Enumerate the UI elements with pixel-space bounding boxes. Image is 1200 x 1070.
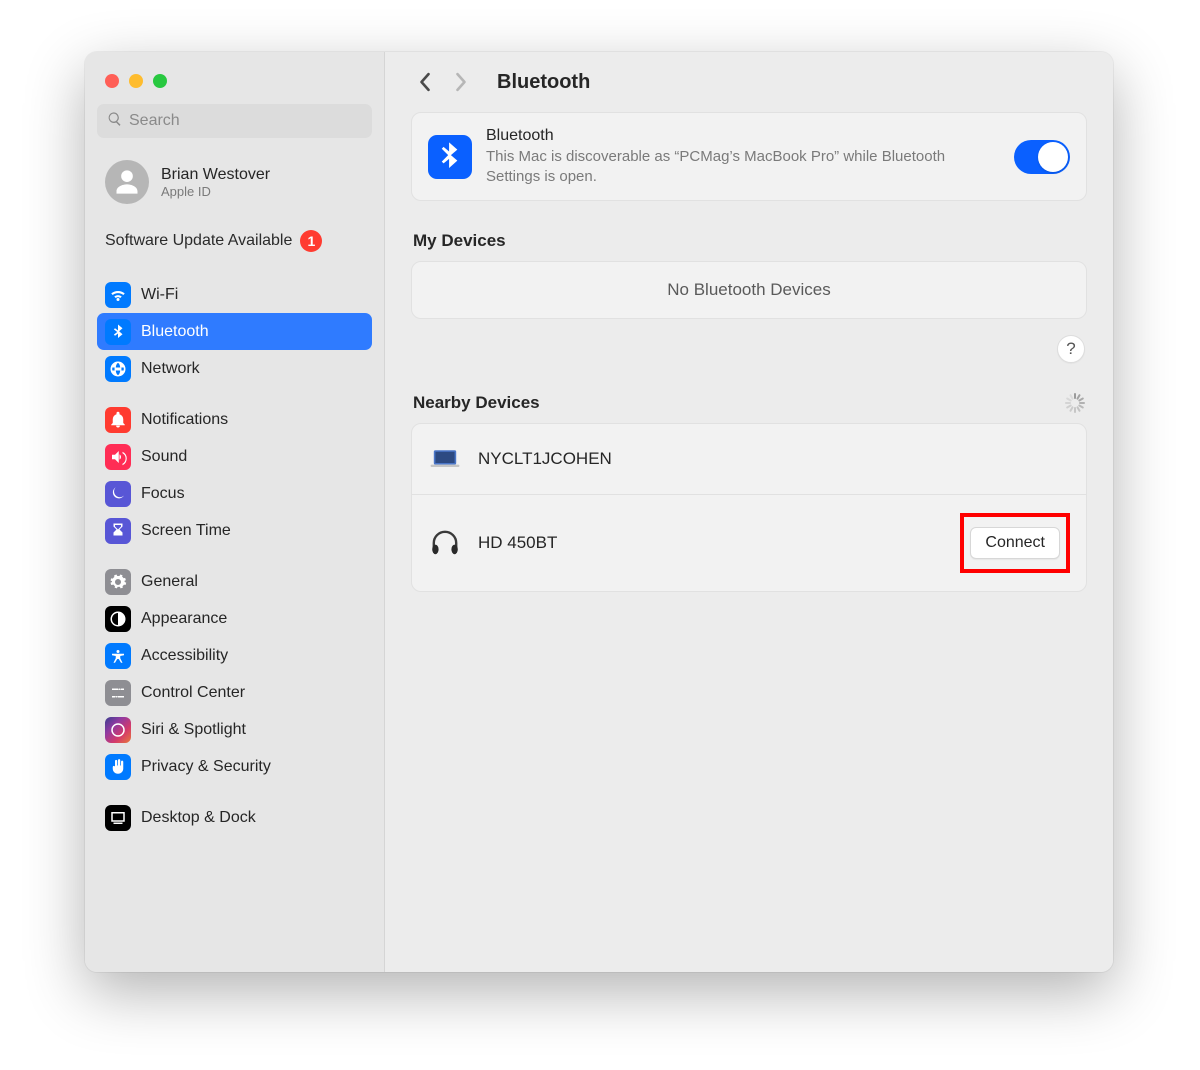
- sidebar-item-focus[interactable]: Focus: [97, 475, 372, 512]
- gear-icon: [105, 569, 131, 595]
- account-subtitle: Apple ID: [161, 184, 270, 199]
- moon-icon: [105, 481, 131, 507]
- toggle-knob: [1038, 142, 1068, 172]
- sidebar-item-label: Focus: [141, 485, 185, 503]
- connect-button[interactable]: Connect: [970, 527, 1060, 559]
- sidebar-item-label: Notifications: [141, 411, 228, 429]
- sidebar-item-label: Privacy & Security: [141, 758, 271, 776]
- minimize-window-button[interactable]: [129, 74, 143, 88]
- fullscreen-window-button[interactable]: [153, 74, 167, 88]
- hand-icon: [105, 754, 131, 780]
- forward-button[interactable]: [447, 68, 475, 96]
- back-button[interactable]: [411, 68, 439, 96]
- scanning-spinner-icon: [1065, 393, 1085, 413]
- bluetooth-icon: [105, 319, 131, 345]
- bluetooth-icon: [428, 135, 472, 179]
- sidebar-item-general[interactable]: General: [97, 563, 372, 600]
- appearance-icon: [105, 606, 131, 632]
- sidebar-item-screen-time[interactable]: Screen Time: [97, 512, 372, 549]
- sidebar-item-label: Screen Time: [141, 522, 231, 540]
- sidebar-item-control-center[interactable]: Control Center: [97, 674, 372, 711]
- bluetooth-status-title: Bluetooth: [486, 127, 1000, 145]
- sidebar-item-label: Wi-Fi: [141, 286, 178, 304]
- nearby-devices-header: Nearby Devices: [413, 393, 1085, 413]
- headphones-icon: [428, 526, 462, 560]
- sidebar-item-appearance[interactable]: Appearance: [97, 600, 372, 637]
- account-row[interactable]: Brian Westover Apple ID: [97, 154, 372, 220]
- sidebar-item-wifi[interactable]: Wi-Fi: [97, 276, 372, 313]
- my-devices-empty: No Bluetooth Devices: [411, 261, 1087, 319]
- nearby-device-row[interactable]: NYCLT1JCOHEN: [412, 424, 1086, 494]
- wifi-icon: [105, 282, 131, 308]
- device-name: NYCLT1JCOHEN: [478, 449, 1070, 469]
- search-input[interactable]: [129, 112, 362, 130]
- network-icon: [105, 356, 131, 382]
- sidebar-item-network[interactable]: Network: [97, 350, 372, 387]
- bluetooth-status-card: Bluetooth This Mac is discoverable as “P…: [411, 112, 1087, 201]
- content-header: Bluetooth: [385, 52, 1113, 112]
- avatar: [105, 160, 149, 204]
- sidebar-item-privacy-security[interactable]: Privacy & Security: [97, 748, 372, 785]
- help-button[interactable]: ?: [1057, 335, 1085, 363]
- device-name: HD 450BT: [478, 533, 944, 553]
- sidebar-item-label: Appearance: [141, 610, 227, 628]
- sidebar-item-siri-spotlight[interactable]: Siri & Spotlight: [97, 711, 372, 748]
- page-title: Bluetooth: [497, 71, 590, 94]
- nearby-devices-list: NYCLT1JCOHEN HD 450BT Connect: [411, 423, 1087, 592]
- sidebar-item-notifications[interactable]: Notifications: [97, 401, 372, 438]
- highlight-annotation: Connect: [960, 513, 1070, 573]
- siri-icon: [105, 717, 131, 743]
- software-update-label: Software Update Available: [105, 232, 292, 250]
- sound-icon: [105, 444, 131, 470]
- bluetooth-toggle[interactable]: [1014, 140, 1070, 174]
- sidebar-item-sound[interactable]: Sound: [97, 438, 372, 475]
- sliders-icon: [105, 680, 131, 706]
- sidebar-item-label: Desktop & Dock: [141, 809, 256, 827]
- hourglass-icon: [105, 518, 131, 544]
- update-badge: 1: [300, 230, 322, 252]
- sidebar-item-label: Accessibility: [141, 647, 228, 665]
- window-controls: [97, 66, 372, 104]
- sidebar-item-label: Control Center: [141, 684, 245, 702]
- my-devices-header: My Devices: [413, 231, 1085, 251]
- sidebar-item-bluetooth[interactable]: Bluetooth: [97, 313, 372, 350]
- laptop-icon: [428, 442, 462, 476]
- dock-icon: [105, 805, 131, 831]
- main-panel: Bluetooth Bluetooth This Mac is discover…: [385, 52, 1113, 972]
- sidebar-item-accessibility[interactable]: Accessibility: [97, 637, 372, 674]
- sidebar-item-label: Bluetooth: [141, 323, 209, 341]
- sidebar-item-label: Sound: [141, 448, 187, 466]
- search-icon: [107, 111, 129, 132]
- search-field[interactable]: [97, 104, 372, 138]
- software-update-row[interactable]: Software Update Available 1: [97, 220, 372, 262]
- sidebar: Brian Westover Apple ID Software Update …: [85, 52, 385, 972]
- sidebar-item-label: Network: [141, 360, 200, 378]
- bluetooth-status-subtitle: This Mac is discoverable as “PCMag’s Mac…: [486, 147, 1000, 186]
- account-name: Brian Westover: [161, 166, 270, 184]
- bell-icon: [105, 407, 131, 433]
- close-window-button[interactable]: [105, 74, 119, 88]
- sidebar-item-label: General: [141, 573, 198, 591]
- accessibility-icon: [105, 643, 131, 669]
- nearby-device-row[interactable]: HD 450BT Connect: [412, 494, 1086, 591]
- system-settings-window: Brian Westover Apple ID Software Update …: [85, 52, 1113, 972]
- sidebar-item-label: Siri & Spotlight: [141, 721, 246, 739]
- sidebar-item-desktop-dock[interactable]: Desktop & Dock: [97, 799, 372, 836]
